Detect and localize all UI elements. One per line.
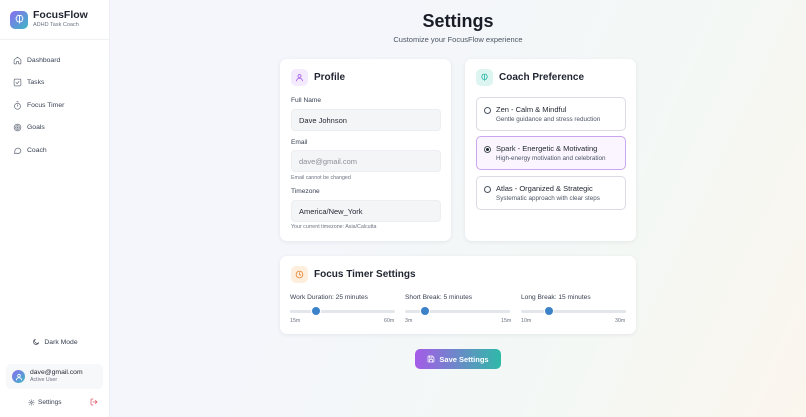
logout-icon[interactable] (90, 398, 98, 406)
user-icon (296, 74, 303, 82)
coach-icon-badge (476, 69, 493, 86)
sidebar-divider (0, 39, 110, 40)
timezone-select[interactable] (291, 200, 441, 222)
sidebar-nav: Dashboard Tasks Focus Timer Goals Coach (0, 49, 110, 162)
slider-thumb[interactable] (545, 307, 554, 315)
moon-icon (33, 339, 40, 345)
sidebar-item-label: Dashboard (27, 56, 61, 64)
brand[interactable]: FocusFlow ADHD Task Coach (10, 10, 88, 29)
sidebar-item-focus-timer[interactable]: Focus Timer (0, 94, 110, 117)
sidebar-item-label: Coach (27, 146, 47, 154)
dark-mode-label: Dark Mode (44, 338, 78, 346)
full-name-label: Full Name (291, 97, 322, 104)
slider-max-label: 60m (384, 318, 395, 324)
check-square-icon (13, 79, 22, 87)
sidebar-item-settings[interactable]: Settings (28, 397, 62, 407)
brain-icon (481, 73, 488, 81)
user-role: Active User (30, 377, 58, 383)
coach-card: Coach Preference Zen - Calm & Mindful Ge… (465, 59, 636, 241)
coach-option-name: Zen - Calm & Mindful (496, 105, 567, 114)
coach-option-name: Spark - Energetic & Motivating (496, 144, 598, 153)
sidebar: FocusFlow ADHD Task Coach Dashboard Task… (0, 0, 110, 417)
timer-icon (14, 101, 21, 110)
home-icon (13, 56, 22, 64)
app-name: FocusFlow (33, 9, 88, 21)
profile-title: Profile (314, 72, 346, 83)
slider-min-label: 3m (405, 318, 413, 324)
dark-mode-toggle[interactable]: Dark Mode (0, 336, 110, 348)
email-label: Email (291, 139, 308, 146)
email-field[interactable] (291, 150, 441, 172)
coach-option-desc: Gentle guidance and stress reduction (496, 116, 601, 123)
timer-title: Focus Timer Settings (314, 269, 416, 280)
slider-thumb[interactable] (421, 307, 430, 315)
email-hint: Email cannot be changed (291, 175, 351, 181)
coach-title: Coach Preference (499, 72, 585, 83)
save-settings-button[interactable]: Save Settings (415, 349, 501, 369)
coach-option-atlas[interactable]: Atlas - Organized & Strategic Systematic… (476, 176, 626, 210)
save-icon (428, 355, 435, 363)
user-email: dave@gmail.com (30, 369, 83, 376)
sidebar-item-goals[interactable]: Goals (0, 117, 110, 140)
sidebar-item-label: Goals (27, 124, 45, 132)
slider-thumb[interactable] (311, 307, 320, 315)
sidebar-item-label: Focus Timer (27, 101, 65, 109)
chat-icon (14, 147, 22, 154)
timer-card: Focus Timer Settings Work Duration: 25 m… (280, 256, 636, 334)
clock-icon (295, 270, 304, 279)
profile-card: Profile Full Name Email Email cannot be … (280, 59, 451, 241)
user-icon (15, 373, 22, 380)
gear-icon (28, 399, 35, 405)
sidebar-item-dashboard[interactable]: Dashboard (0, 49, 110, 72)
long-break-slider[interactable] (521, 307, 626, 315)
coach-option-spark[interactable]: Spark - Energetic & Motivating High-ener… (476, 136, 626, 170)
slider-max-label: 30m (615, 318, 626, 324)
target-icon (13, 124, 22, 132)
coach-radio[interactable] (484, 186, 491, 193)
long-break-label: Long Break: 15 minutes (521, 294, 591, 301)
slider-min-label: 10m (521, 318, 532, 324)
short-break-label: Short Break: 5 minutes (405, 294, 473, 301)
coach-option-desc: Systematic approach with clear steps (496, 195, 600, 202)
work-duration-slider[interactable] (290, 307, 395, 315)
profile-icon-badge (291, 69, 308, 86)
page-title: Settings (422, 11, 494, 31)
coach-radio[interactable] (484, 146, 491, 153)
save-settings-label: Save Settings (439, 354, 489, 364)
timezone-hint: Your current timezone: Asia/Calcutta (291, 224, 377, 230)
timer-icon-badge (291, 266, 308, 283)
coach-radio[interactable] (484, 107, 491, 114)
short-break-slider[interactable] (405, 307, 510, 315)
full-name-field[interactable] (291, 109, 441, 131)
sidebar-item-tasks[interactable]: Tasks (0, 72, 110, 95)
page-subtitle: Customize your FocusFlow experience (393, 35, 523, 44)
coach-option-name: Atlas - Organized & Strategic (496, 184, 593, 193)
sidebar-item-coach[interactable]: Coach (0, 139, 110, 162)
sidebar-item-label: Settings (38, 398, 62, 406)
timezone-label: Timezone (291, 188, 320, 195)
sidebar-item-label: Tasks (27, 79, 45, 87)
work-duration-label: Work Duration: 25 minutes (290, 294, 368, 301)
avatar (12, 370, 25, 383)
slider-max-label: 15m (501, 318, 512, 324)
user-card[interactable]: dave@gmail.com Active User (6, 364, 103, 389)
brain-logo-icon (10, 10, 28, 29)
slider-min-label: 15m (290, 318, 301, 324)
coach-option-zen[interactable]: Zen - Calm & Mindful Gentle guidance and… (476, 97, 626, 131)
coach-option-desc: High-energy motivation and celebration (496, 155, 606, 162)
app-tagline: ADHD Task Coach (33, 22, 79, 28)
